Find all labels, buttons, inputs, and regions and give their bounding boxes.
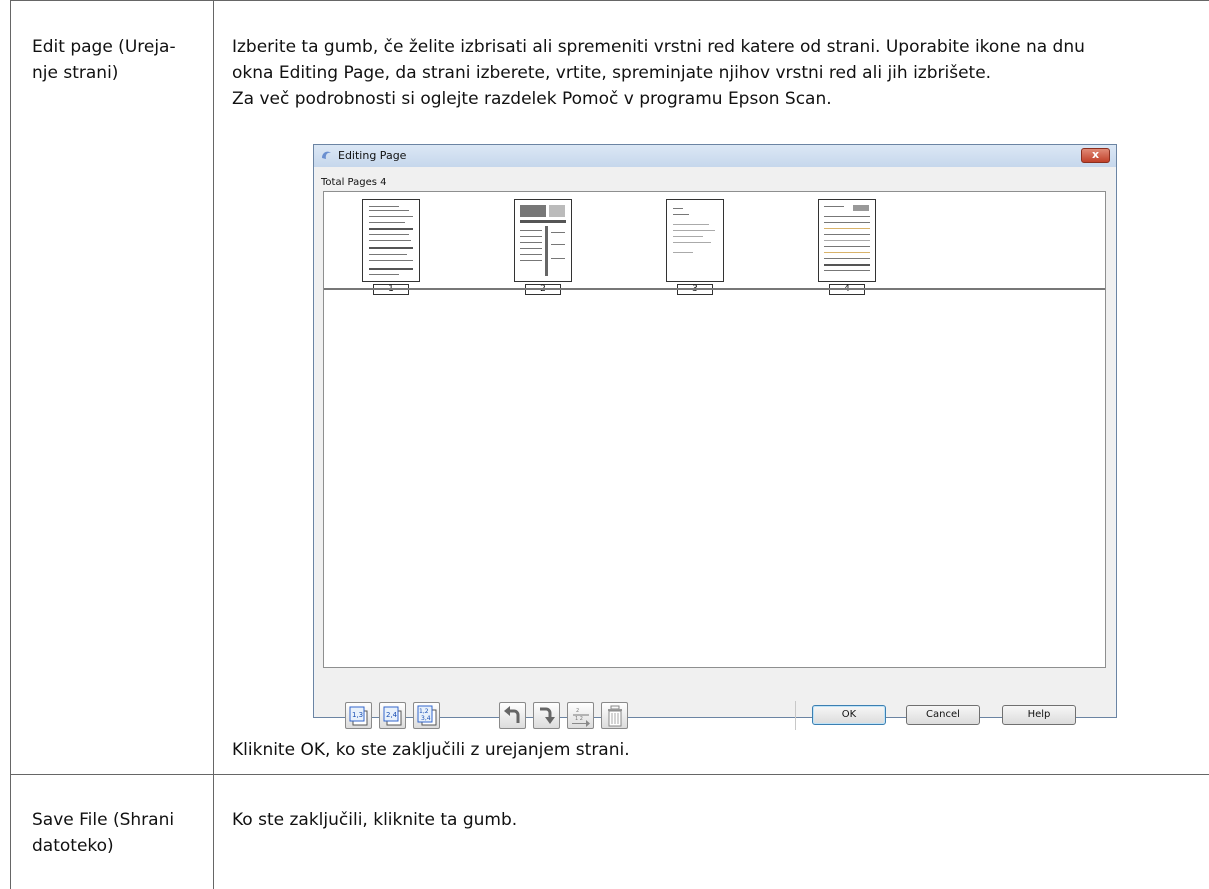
table-column-divider bbox=[213, 0, 214, 889]
pages-area-divider bbox=[324, 288, 1105, 290]
ok-button[interactable]: OK bbox=[812, 705, 886, 725]
table-row-divider bbox=[10, 774, 1209, 775]
page-thumbnail-3[interactable] bbox=[666, 199, 724, 282]
svg-text:2,4: 2,4 bbox=[386, 711, 398, 719]
close-button[interactable]: x bbox=[1081, 148, 1110, 163]
svg-text:1,3: 1,3 bbox=[352, 711, 363, 719]
edit-page-after-text: Kliknite OK, ko ste zaključili z urejanj… bbox=[232, 740, 630, 760]
scanner-app-icon bbox=[322, 151, 331, 159]
select-even-pages-icon: 2,4 bbox=[383, 706, 402, 726]
select-all-pages-button[interactable]: 1,2 3,4 bbox=[413, 702, 440, 729]
close-icon: x bbox=[1091, 148, 1100, 161]
dialog-body: Total Pages 4 1,3 2,4 1,2 3,4 2 1 2 OK C… bbox=[315, 167, 1115, 730]
save-file-description: Ko ste zaključili, kliknite ta gumb. bbox=[232, 810, 518, 830]
toolbar-separator bbox=[795, 701, 796, 730]
page-thumbnail-2[interactable] bbox=[514, 199, 572, 282]
svg-text:3,4: 3,4 bbox=[421, 715, 431, 722]
select-odd-pages-icon: 1,3 bbox=[349, 706, 368, 726]
rotate-right-icon bbox=[540, 707, 555, 724]
svg-text:1 2: 1 2 bbox=[575, 716, 583, 722]
select-all-pages-icon: 1,2 3,4 bbox=[417, 705, 437, 726]
edit-page-description: Izberite ta gumb, če želite izbrisati al… bbox=[232, 37, 1085, 109]
page-thumbnail-1[interactable] bbox=[362, 199, 420, 282]
document-table: Edit page (Ureja- nje strani) Izberite t… bbox=[0, 0, 1209, 889]
select-even-pages-button[interactable]: 2,4 bbox=[379, 702, 406, 729]
dialog-title-bar: Editing Page x bbox=[314, 145, 1116, 167]
table-top-border bbox=[10, 0, 1209, 1]
save-file-label: Save File (Shrani datoteko) bbox=[32, 810, 175, 856]
select-odd-pages-button[interactable]: 1,3 bbox=[345, 702, 372, 729]
delete-page-icon bbox=[608, 705, 622, 727]
delete-page-button[interactable] bbox=[601, 702, 628, 729]
pages-thumbnail-area[interactable]: 1 2 bbox=[323, 191, 1106, 668]
total-pages-label: Total Pages 4 bbox=[321, 177, 387, 188]
svg-text:1,2: 1,2 bbox=[419, 708, 429, 715]
help-button[interactable]: Help bbox=[1002, 705, 1076, 725]
cancel-button[interactable]: Cancel bbox=[906, 705, 980, 725]
rotate-left-icon bbox=[504, 706, 520, 723]
reorder-pages-button[interactable]: 2 1 2 bbox=[567, 702, 594, 729]
dialog-title: Editing Page bbox=[338, 149, 407, 162]
reorder-pages-icon: 2 1 2 bbox=[572, 708, 590, 727]
svg-text:2: 2 bbox=[576, 708, 579, 714]
rotate-left-button[interactable] bbox=[499, 702, 526, 729]
table-left-border bbox=[10, 0, 11, 889]
edit-page-label: Edit page (Ureja- nje strani) bbox=[32, 37, 176, 83]
editing-page-dialog-screenshot: Editing Page x Total Pages 4 1,3 2,4 1,2… bbox=[313, 144, 1117, 730]
page-thumbnail-4[interactable] bbox=[818, 199, 876, 282]
rotate-right-button[interactable] bbox=[533, 702, 560, 729]
